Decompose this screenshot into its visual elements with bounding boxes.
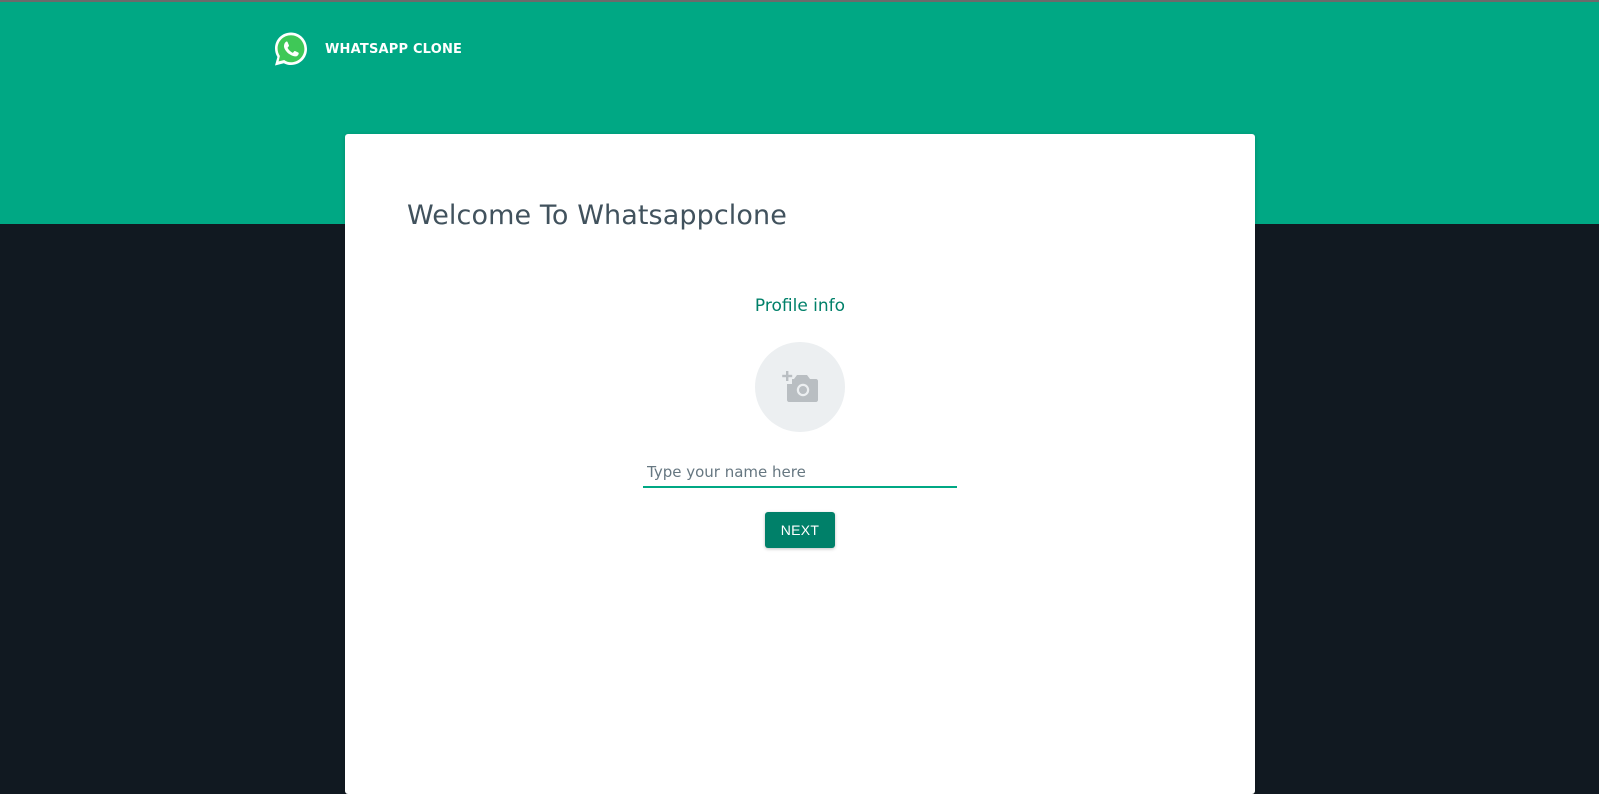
avatar-upload-button[interactable] — [755, 342, 845, 432]
brand: WHATSAPP CLONE — [272, 30, 462, 68]
whatsapp-logo-icon — [275, 32, 307, 66]
brand-name: WHATSAPP CLONE — [325, 41, 463, 57]
next-button[interactable]: NEXT — [765, 512, 835, 548]
name-input[interactable] — [643, 454, 957, 486]
page-title: Welcome To Whatsappclone — [407, 200, 787, 231]
add-photo-camera-icon — [782, 371, 818, 402]
welcome-card: Welcome To Whatsappclone Profile info NE… — [345, 134, 1255, 794]
profile-info-heading: Profile info — [754, 296, 846, 316]
name-field — [643, 454, 957, 488]
